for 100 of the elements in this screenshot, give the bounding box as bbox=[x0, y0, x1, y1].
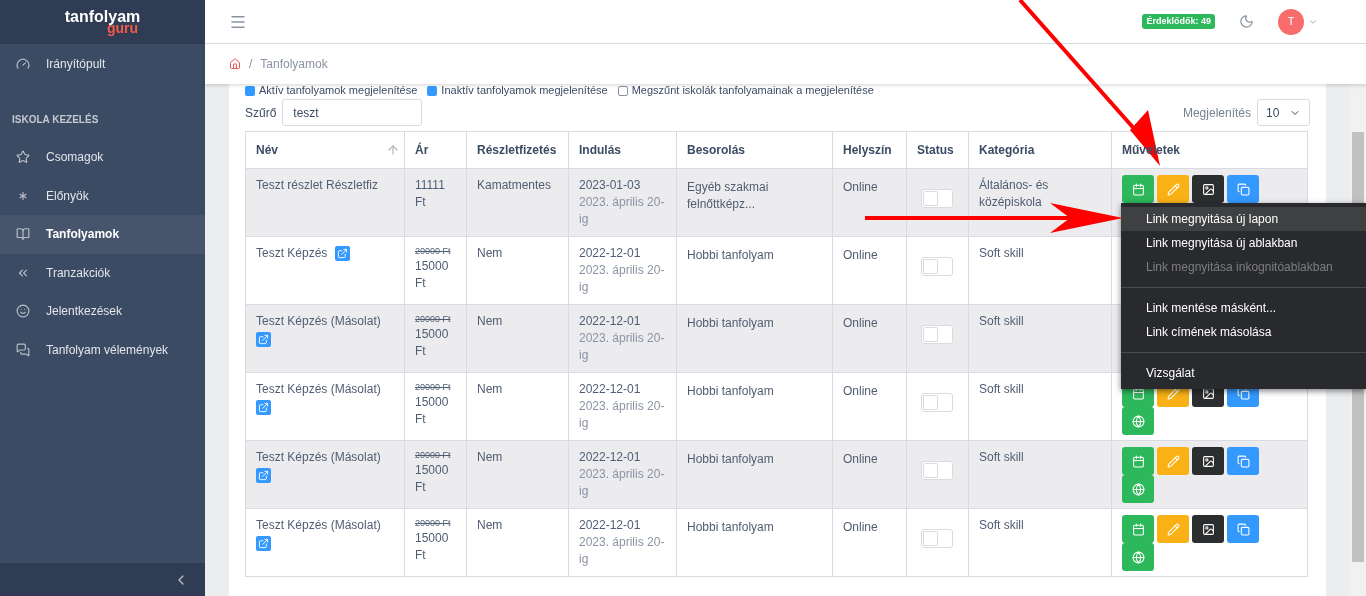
column-header[interactable]: Besorolás bbox=[676, 131, 833, 169]
smiley-icon bbox=[16, 304, 30, 319]
old-price: 20000 Ft bbox=[415, 517, 452, 530]
copy-icon bbox=[1236, 182, 1250, 196]
table-cell: Nem bbox=[477, 450, 503, 464]
section-heading: ISKOLA KEZELÉS bbox=[12, 114, 99, 125]
table-cell: Online bbox=[843, 384, 878, 398]
table-cell: Soft skill bbox=[979, 450, 1024, 464]
external-link-icon[interactable] bbox=[256, 536, 271, 551]
old-price: 20000 Ft bbox=[415, 245, 452, 258]
start-date: 2022-12-01 bbox=[579, 245, 642, 262]
course-name: Teszt részlet Részletfiz bbox=[256, 177, 379, 194]
external-link-icon[interactable] bbox=[256, 400, 271, 415]
table-cell: Nem bbox=[477, 314, 503, 328]
price: 15000 Ft bbox=[415, 395, 449, 426]
table-cell: Nem bbox=[477, 518, 503, 532]
column-header[interactable]: Név bbox=[245, 131, 405, 169]
table-cell: Általános- és középiskola bbox=[979, 178, 1049, 209]
status-toggle[interactable] bbox=[921, 257, 953, 276]
menu-item[interactable]: Link megnyitása új ablakban bbox=[1121, 231, 1366, 255]
end-date: 2023. április 20-ig bbox=[579, 467, 665, 498]
table-cell: Hobbi tanfolyam bbox=[687, 384, 774, 398]
menu-item[interactable]: Link megnyitása új lapon bbox=[1121, 207, 1366, 231]
image-icon bbox=[1201, 454, 1215, 468]
column-header[interactable]: Helyszín bbox=[832, 131, 907, 169]
status-toggle[interactable] bbox=[921, 529, 953, 548]
image-icon bbox=[1201, 386, 1215, 400]
table-cell: Online bbox=[843, 520, 878, 534]
copy-icon bbox=[1236, 386, 1250, 400]
search-field[interactable]: teszt bbox=[282, 99, 423, 126]
checkbox[interactable] bbox=[245, 85, 255, 96]
logo[interactable]: tanfolyam guru bbox=[0, 0, 205, 44]
sidebar-item[interactable]: Tranzakciók bbox=[0, 253, 205, 292]
image-icon bbox=[1201, 182, 1215, 196]
pencil-icon bbox=[1166, 386, 1180, 400]
table-cell: Soft skill bbox=[979, 382, 1024, 396]
breadcrumb-separator: / bbox=[249, 56, 253, 73]
external-link-icon[interactable] bbox=[256, 332, 271, 347]
pencil-icon bbox=[1166, 454, 1180, 468]
table-cell: Kamatmentes bbox=[477, 178, 552, 192]
sidebar-item[interactable]: Jelentkezések bbox=[0, 292, 205, 331]
checkbox[interactable] bbox=[617, 85, 628, 96]
table-cell: Online bbox=[843, 180, 878, 194]
start-date: 2022-12-01 bbox=[579, 517, 642, 534]
end-date: 2023. április 20-ig bbox=[579, 263, 665, 294]
globe-icon bbox=[1131, 550, 1145, 564]
table-cell: Hobbi tanfolyam bbox=[687, 452, 774, 466]
pencil-icon bbox=[1166, 182, 1180, 196]
image-icon bbox=[1201, 522, 1215, 536]
course-name: Teszt Képzés (Másolat) bbox=[256, 381, 381, 398]
start-date: 2023-01-03 bbox=[579, 177, 642, 194]
column-header[interactable]: Status bbox=[906, 131, 969, 169]
copy-icon bbox=[1236, 522, 1250, 536]
home-icon[interactable] bbox=[229, 58, 241, 70]
leads-badge: Érdeklődők: 49 bbox=[1142, 13, 1215, 30]
filter-label: Szűrő bbox=[245, 104, 277, 122]
moon-icon[interactable] bbox=[1239, 14, 1254, 29]
image-button[interactable] bbox=[1192, 515, 1224, 543]
end-date: 2023. április 20-ig bbox=[579, 195, 665, 226]
column-header[interactable]: Részletfizetés bbox=[466, 131, 569, 169]
status-toggle[interactable] bbox=[921, 189, 953, 208]
sidebar-item[interactable]: Tanfolyamok bbox=[0, 215, 205, 254]
external-link-icon[interactable] bbox=[335, 246, 351, 261]
status-toggle[interactable] bbox=[921, 325, 953, 344]
end-date: 2023. április 20-ig bbox=[579, 399, 665, 430]
gauge-icon bbox=[16, 57, 30, 71]
globe-button[interactable] bbox=[1122, 543, 1154, 571]
price: 15000 Ft bbox=[415, 259, 449, 290]
old-price: 20000 Ft bbox=[415, 449, 452, 462]
calendar-icon bbox=[1131, 386, 1145, 400]
page-size-label: Megjelenítés bbox=[1182, 104, 1251, 122]
checkbox-label: Inaktív tanfolyamok megjelenítése bbox=[441, 84, 608, 99]
sidebar-item[interactable]: Irányítópult bbox=[0, 44, 205, 84]
course-name: Teszt Képzés (Másolat) bbox=[256, 313, 381, 330]
globe-button[interactable] bbox=[1122, 475, 1154, 503]
menu-item[interactable]: Vizsgálat bbox=[1121, 361, 1366, 385]
checkbox[interactable] bbox=[427, 85, 438, 96]
checkbox-label: Megszűnt iskolák tanfolyamainak a megjelenítése bbox=[631, 84, 874, 99]
external-link-icon[interactable] bbox=[256, 468, 271, 483]
start-date: 2022-12-01 bbox=[579, 381, 642, 398]
globe-icon bbox=[1131, 482, 1145, 496]
star-icon bbox=[16, 150, 30, 165]
sidebar-item[interactable]: Csomagok bbox=[0, 138, 205, 177]
status-toggle[interactable] bbox=[921, 461, 953, 480]
sidebar-item[interactable]: Tanfolyam vélemények bbox=[0, 330, 205, 369]
column-header[interactable]: Ár bbox=[404, 131, 467, 169]
end-date: 2023. április 20-ig bbox=[579, 331, 665, 362]
image-button[interactable] bbox=[1192, 447, 1224, 475]
start-date: 2022-12-01 bbox=[579, 449, 642, 466]
price: 15000 Ft bbox=[415, 327, 449, 358]
menu-item[interactable]: Link címének másolása bbox=[1121, 320, 1366, 344]
menu-item[interactable]: Link mentése másként... bbox=[1121, 296, 1366, 320]
sidebar-item[interactable]: Előnyök bbox=[0, 176, 205, 215]
status-toggle[interactable] bbox=[921, 393, 953, 412]
image-button[interactable] bbox=[1192, 175, 1224, 203]
table-cell: Soft skill bbox=[979, 314, 1024, 328]
page-size-select[interactable]: 10 bbox=[1257, 99, 1310, 126]
column-header[interactable]: Indulás bbox=[568, 131, 677, 169]
table-cell: Online bbox=[843, 248, 878, 262]
column-header[interactable]: Kategória bbox=[968, 131, 1112, 169]
